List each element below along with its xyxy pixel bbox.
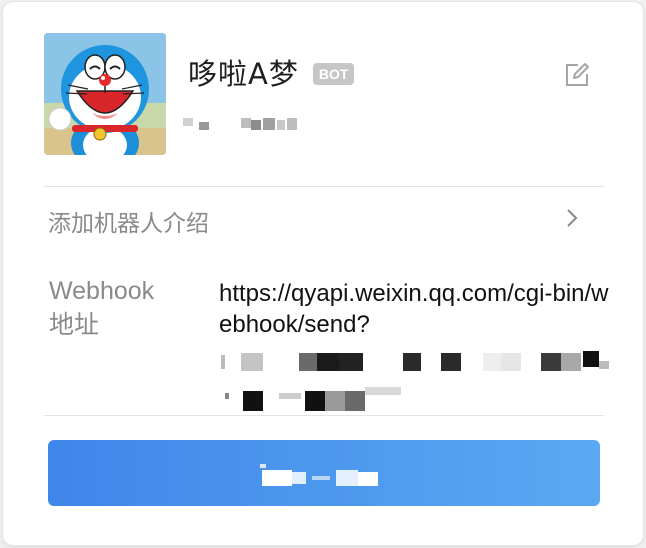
webhook-label-line2: 地址: [49, 311, 100, 339]
add-bot-intro-label: 添加机器人介绍: [48, 211, 209, 237]
bot-avatar: [44, 33, 166, 155]
redacted-webhook-key: [219, 347, 611, 417]
webhook-url[interactable]: https://qyapi.weixin.qq.com/cgi-bin/webh…: [219, 278, 611, 340]
bot-name: 哆啦A梦: [188, 57, 299, 91]
bot-name-row: 哆啦A梦 BOT: [188, 56, 355, 92]
doraemon-avatar-image: [44, 33, 166, 155]
edit-icon[interactable]: [564, 62, 590, 88]
divider-top: [44, 186, 604, 187]
webhook-label-line1: Webhook: [49, 277, 155, 305]
primary-action-button[interactable]: [48, 440, 600, 506]
chevron-right-icon: [564, 206, 580, 230]
webhook-label: Webhook 地址: [49, 274, 189, 342]
redacted-button-label: [260, 462, 390, 488]
add-bot-intro-row[interactable]: 添加机器人介绍: [44, 198, 604, 242]
divider-bottom: [44, 415, 604, 416]
redacted-creator-info: [183, 112, 313, 134]
bot-info-card: 哆啦A梦 BOT 添加机器人介绍 Webhook 地址 https://qyap…: [3, 2, 643, 545]
bot-badge: BOT: [312, 63, 355, 85]
